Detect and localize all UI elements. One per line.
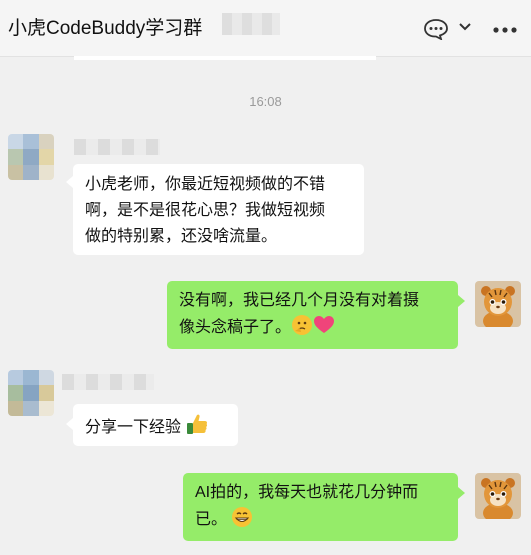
message-line: 没有啊，我已经几个月没有对着摄 [179,292,420,309]
sender-avatar[interactable] [8,370,54,416]
message-line: 分享一下经验 [85,419,182,436]
message-line: AI拍的，我每天也就花几分钟而 [195,484,419,501]
thumbs-up-emoji [187,414,208,434]
grin-emoji [232,507,253,527]
message-bubble-incoming[interactable]: 小虎老师，你最近短视频做的不错 啊，是不是很花心思？我做短视频 做的特别累，还没… [73,164,364,255]
heart-emoji [314,316,335,333]
bubble-tail [66,418,73,430]
bubble-tail [66,176,73,188]
sender-name-blurred [62,374,154,390]
message-line: 小虎老师，你最近短视频做的不错 [85,176,326,193]
message-line: 做的特别累，还没啥流量。 [85,228,278,245]
sender-avatar[interactable] [8,134,54,180]
blurred-member-count [222,13,280,35]
my-avatar[interactable] [475,281,521,327]
tiger-cub-avatar-icon [475,281,521,327]
chat-header: 小虎CodeBuddy学习群 [0,0,531,57]
message-line: 像头念稿子了。 [179,319,292,336]
sender-name-blurred [74,139,160,155]
message-bubble-outgoing[interactable]: 没有啊，我已经几个月没有对着摄 像头念稿子了。 [167,281,458,349]
message-bubble-outgoing[interactable]: AI拍的，我每天也就花几分钟而 已。 [183,473,458,541]
message-line: 已。 [195,511,228,528]
message-bubble-incoming[interactable]: 分享一下经验 [73,404,238,446]
more-icon[interactable] [492,26,518,34]
message-line: 啊，是不是很花心思？我做短视频 [85,202,326,219]
bubble-tail [458,295,465,307]
chat-bubble-icon[interactable] [423,18,449,40]
my-avatar[interactable] [475,473,521,519]
tiger-cub-avatar-icon [475,473,521,519]
bubble-tail [458,487,465,499]
previous-message-edge [74,56,376,60]
timestamp: 16:08 [249,94,282,109]
chevron-down-icon[interactable] [458,22,472,32]
group-title[interactable]: 小虎CodeBuddy学习群 [8,13,202,40]
thinking-emoji [292,315,313,335]
